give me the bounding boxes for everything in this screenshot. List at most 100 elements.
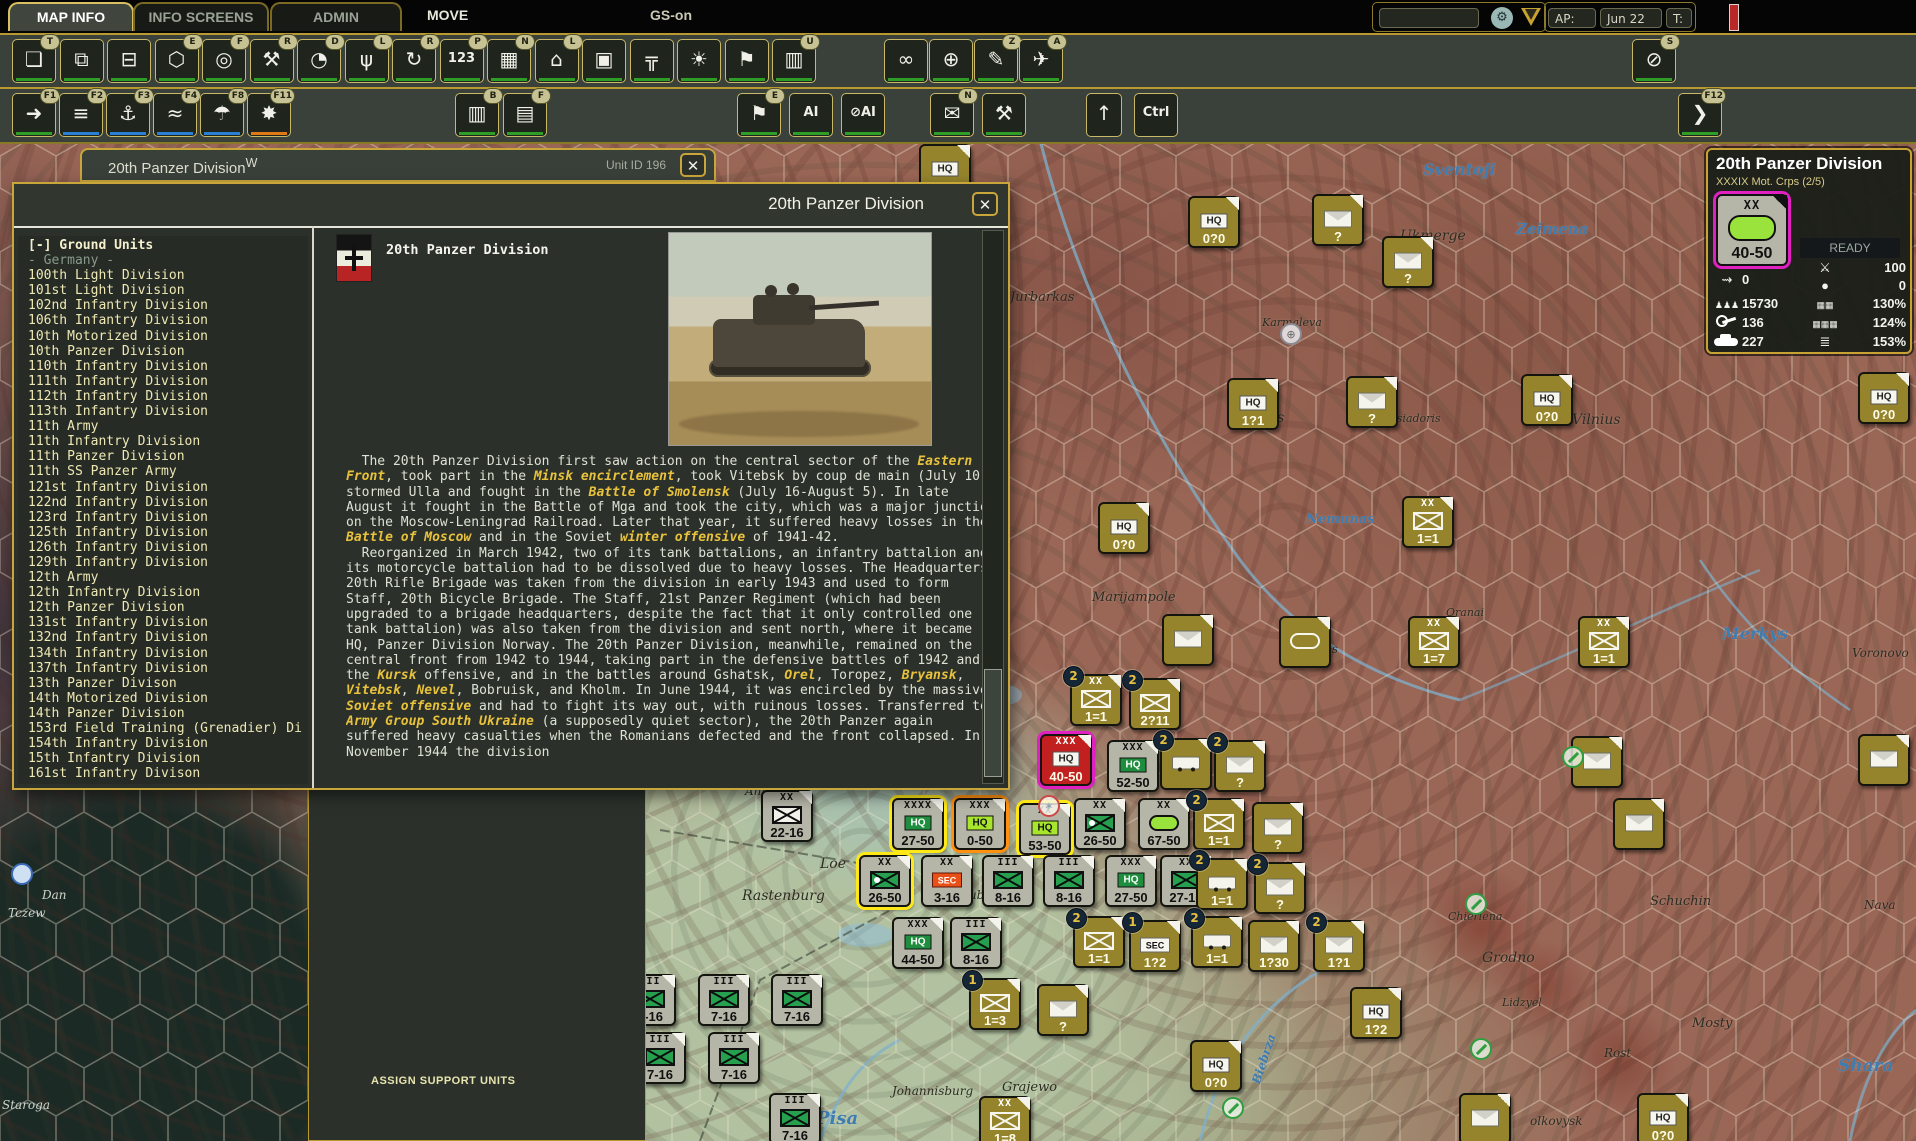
toolbar-button-airborne-mode[interactable]: ☂F8 xyxy=(200,93,244,137)
toolbar-button-edit-mode[interactable]: ✎Z xyxy=(974,39,1018,83)
map-unit-counter[interactable] xyxy=(1162,614,1214,666)
unit-list-item[interactable]: 101st Light Division xyxy=(28,283,308,298)
toolbar-button-bombard-mode[interactable]: ✸F11 xyxy=(247,93,291,137)
dialog-titlebar[interactable]: 20th Panzer Division ✕ xyxy=(14,184,1008,226)
map-unit-counter[interactable]: XX1=8 xyxy=(979,1096,1031,1141)
unit-list-item[interactable]: 14th Motorized Division xyxy=(28,691,308,706)
toolbar-button-mail[interactable]: ✉N xyxy=(930,93,974,137)
unit-list-item[interactable]: 12th Panzer Division xyxy=(28,600,308,615)
map-unit-counter[interactable]: XX22-16 xyxy=(761,790,813,842)
unit-list-item[interactable]: 10th Panzer Division xyxy=(28,344,308,359)
map-unit-counter[interactable]: XX67-50 xyxy=(1138,798,1190,850)
toolbar-button-end-phase[interactable]: ➜F1 xyxy=(12,93,56,137)
map-unit-counter[interactable]: HQ0?0 xyxy=(1188,196,1240,248)
toolbar-button-weather[interactable]: ☀ xyxy=(677,39,721,83)
unit-list-item[interactable]: 13th Panzer Divison xyxy=(28,676,308,691)
toolbar-button-supply[interactable]: ▥U xyxy=(772,39,816,83)
unit-list-item[interactable]: 110th Infantry Division xyxy=(28,359,308,374)
map-unit-counter[interactable]: HQ0?0 xyxy=(1190,1040,1242,1092)
map-blue-marker-icon[interactable] xyxy=(11,863,33,885)
unit-list-item[interactable]: 11th SS Panzer Army xyxy=(28,464,308,479)
toolbar-button-compass[interactable]: ⊘S xyxy=(1632,39,1676,83)
map-gray-marker-icon[interactable]: ⊕ xyxy=(1280,323,1302,345)
map-unit-counter[interactable]: XXXHQ27-50 xyxy=(1105,855,1157,907)
map-unit-counter[interactable]: XX1=1 xyxy=(1402,496,1454,548)
menu-gs-toggle[interactable]: GS-on xyxy=(650,7,692,23)
unit-list[interactable]: [-] Ground Units - Germany - 100th Light… xyxy=(18,236,308,784)
map-unit-counter[interactable] xyxy=(1459,1093,1511,1141)
unit-list-item[interactable]: 129th Infantry Division xyxy=(28,555,308,570)
map-unit-counter[interactable]: III8-16 xyxy=(1043,855,1095,907)
toolbar-button-vehicles[interactable]: ▥B xyxy=(455,93,499,137)
unit-list-item[interactable]: 112th Infantry Division xyxy=(28,389,308,404)
menu-move[interactable]: MOVE xyxy=(427,7,468,23)
toolbar-button-resources[interactable]: ╦ xyxy=(630,39,674,83)
toolbar-button-construction[interactable]: ⚒ xyxy=(982,93,1026,137)
map-unit-counter[interactable]: ?2 xyxy=(1214,740,1266,792)
toolbar-button-hex-info[interactable]: ⬡E xyxy=(155,39,199,83)
toolbar-button-ai-off[interactable]: ⊘AI xyxy=(841,93,885,137)
unit-list-item[interactable]: 132nd Infantry Division xyxy=(28,630,308,645)
tab-info-screens[interactable]: INFO SCREENS xyxy=(133,2,269,31)
toolbar-button-ctrl-key[interactable]: Ctrl xyxy=(1134,93,1178,137)
toolbar-button-shift-key[interactable]: ↑ xyxy=(1086,93,1122,137)
map-unit-counter[interactable]: 1=31 xyxy=(969,978,1021,1030)
toolbar-button-goto-mode[interactable]: ⚑E xyxy=(737,93,781,137)
toolbar-button-add-map-window[interactable]: ⧉ xyxy=(60,39,104,83)
unit-list-item[interactable]: 131st Infantry Division xyxy=(28,615,308,630)
map-unit-counter[interactable]: ? xyxy=(1312,194,1364,246)
unit-list-item[interactable]: 134th Infantry Division xyxy=(28,646,308,661)
unit-list-item[interactable]: 111th Infantry Division xyxy=(28,374,308,389)
unit-list-item[interactable]: 122nd Infantry Division xyxy=(28,495,308,510)
toolbar-button-zoom-mode[interactable]: ◎F xyxy=(202,39,246,83)
unit-list-item[interactable]: 121st Infantry Division xyxy=(28,480,308,495)
map-unit-counter[interactable]: SEC1?21 xyxy=(1129,920,1181,972)
toolbar-button-next-screen[interactable]: ❯F12 xyxy=(1678,93,1722,137)
toolbar-button-objectives[interactable]: ⚑ xyxy=(725,39,769,83)
pennant-icon[interactable] xyxy=(1521,8,1541,26)
map-unit-counter[interactable]: HQ0?0 xyxy=(1637,1093,1689,1141)
map-unit-counter[interactable]: XXXXHQ27-50 xyxy=(892,798,944,850)
map-unit-counter[interactable]: 2?112 xyxy=(1129,678,1181,730)
map-unit-counter[interactable]: HQ1?2 xyxy=(1350,987,1402,1039)
map-unit-counter[interactable]: 1?12 xyxy=(1313,920,1365,972)
unit-counter[interactable]: XX 40-50 xyxy=(1716,194,1788,266)
map-unit-counter[interactable]: ? xyxy=(1252,802,1304,854)
unit-list-item[interactable]: 10th Motorized Division xyxy=(28,329,308,344)
unit-list-item[interactable]: 14th Panzer Division xyxy=(28,706,308,721)
toolbar-button-freight[interactable]: ▤F xyxy=(503,93,547,137)
toolbar-button-refresh-map[interactable]: ↻R xyxy=(392,39,436,83)
toolbar-button-air-directives[interactable]: ✈A xyxy=(1019,39,1063,83)
map-unit-counter[interactable]: XXXHQ40-50 xyxy=(1040,734,1092,786)
toolbar-button-delayed-units[interactable]: ◔D xyxy=(297,39,341,83)
close-icon[interactable]: ✕ xyxy=(680,153,706,177)
map-unit-counter[interactable]: HQ0?0 xyxy=(1521,374,1573,426)
unit-list-item[interactable]: 11th Army xyxy=(28,419,308,434)
toolbar-button-unit-boxes[interactable]: ▦N xyxy=(487,39,531,83)
map-unit-counter[interactable]: III7-16 xyxy=(769,1093,821,1141)
toolbar-button-rail-mode[interactable]: ≡F2 xyxy=(59,93,103,137)
unit-window-titlebar[interactable]: 20th Panzer DivisionW Unit ID 196 ✕ xyxy=(80,148,716,182)
map-unit-counter[interactable] xyxy=(1858,734,1910,786)
unit-list-item[interactable]: 106th Infantry Division xyxy=(28,313,308,328)
map-unit-counter[interactable]: XXXHQ0-50 xyxy=(954,798,1006,850)
map-green-marker-icon[interactable] xyxy=(1222,1097,1244,1119)
map-unit-counter[interactable]: ? xyxy=(1382,236,1434,288)
scrollbar-thumb[interactable] xyxy=(984,669,1002,777)
map-green-marker-icon[interactable] xyxy=(1465,893,1487,915)
map-unit-counter[interactable]: XX1=12 xyxy=(1070,674,1122,726)
map-unit-counter[interactable]: XX26-50 xyxy=(859,855,911,907)
map-red-marker-icon[interactable]: ✶ xyxy=(1038,795,1060,817)
unit-list-item[interactable]: 113th Infantry Division xyxy=(28,404,308,419)
toolbar-button-amphib-mode[interactable]: ≈F4 xyxy=(153,93,197,137)
map-unit-counter[interactable]: XXXHQ44-50 xyxy=(892,917,944,969)
unit-list-item[interactable]: 125th Infantry Division xyxy=(28,525,308,540)
map-unit-counter[interactable]: HQ0?0 xyxy=(1858,372,1910,424)
map-unit-counter[interactable]: III7-16 xyxy=(771,974,823,1026)
map-unit-counter[interactable]: XX1=1 xyxy=(1578,616,1630,668)
scrollbar[interactable] xyxy=(982,230,1004,784)
map-unit-counter[interactable]: ? xyxy=(1346,376,1398,428)
unit-list-item[interactable]: 126th Infantry Division xyxy=(28,540,308,555)
map-unit-counter[interactable]: 1=12 xyxy=(1073,916,1125,968)
map-unit-counter[interactable]: 1=12 xyxy=(1193,798,1245,850)
